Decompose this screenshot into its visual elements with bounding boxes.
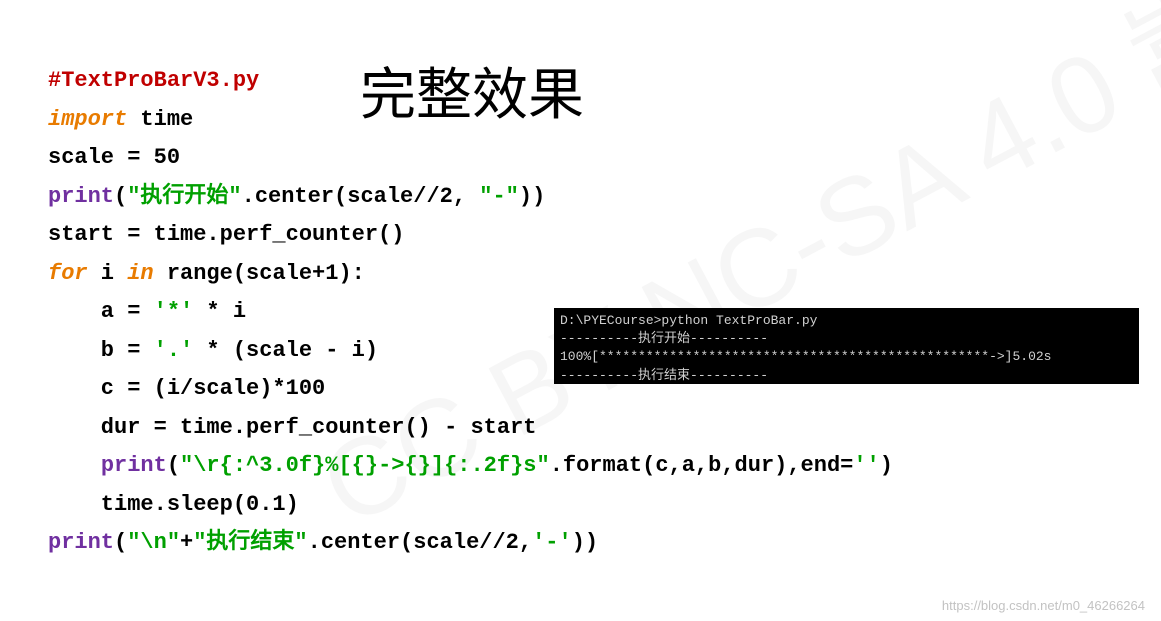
text: )) (519, 184, 545, 209)
text: time (127, 107, 193, 132)
code-line-13: print("\n"+"执行结束".center(scale//2,'-')) (48, 524, 893, 563)
string: "执行开始" (127, 184, 241, 209)
keyword-for: for (48, 261, 88, 286)
string: '' (853, 453, 879, 478)
string: '.' (154, 338, 194, 363)
string: "\n" (127, 530, 180, 555)
watermark: https://blog.csdn.net/m0_46266264 (942, 598, 1145, 613)
code-line-6: for i in range(scale+1): (48, 255, 893, 294)
text: )) (572, 530, 598, 555)
code-line-1: #TextProBarV3.py (48, 62, 893, 101)
text: time.sleep(0.1) (48, 492, 299, 517)
text: i (88, 261, 128, 286)
comment: #TextProBarV3.py (48, 68, 259, 93)
text: + (180, 530, 193, 555)
text: .format(c,a,b,dur),end= (550, 453, 854, 478)
text: range(scale+1): (154, 261, 365, 286)
terminal-line: ----------执行开始---------- (560, 331, 768, 346)
string: '*' (154, 299, 194, 324)
func-print: print (48, 530, 114, 555)
code-line-11: print("\r{:^3.0f}%[{}->{}]{:.2f}s".forma… (48, 447, 893, 486)
text: scale = 50 (48, 145, 180, 170)
text (48, 453, 101, 478)
terminal-output: D:\PYECourse>python TextProBar.py ------… (554, 308, 1139, 384)
text: c = (i/scale)*100 (48, 376, 325, 401)
func-print: print (101, 453, 167, 478)
terminal-line: 100%[***********************************… (560, 349, 1051, 364)
string: "\r{:^3.0f}%[{}->{}]{:.2f}s" (180, 453, 550, 478)
text: dur = time.perf_counter() - start (48, 415, 536, 440)
text: * i (193, 299, 246, 324)
string: "执行结束" (193, 530, 307, 555)
func-print: print (48, 184, 114, 209)
keyword-in: in (127, 261, 153, 286)
code-line-5: start = time.perf_counter() (48, 216, 893, 255)
code-line-4: print("执行开始".center(scale//2, "-")) (48, 178, 893, 217)
text: b = (48, 338, 154, 363)
text: ( (114, 530, 127, 555)
text: .center(scale//2, (308, 530, 532, 555)
text: start = time.perf_counter() (48, 222, 404, 247)
keyword-import: import (48, 107, 127, 132)
terminal-line: ----------执行结束---------- (560, 368, 768, 383)
code-line-12: time.sleep(0.1) (48, 486, 893, 525)
terminal-line: D:\PYECourse>python TextProBar.py (560, 313, 817, 328)
text: ) (880, 453, 893, 478)
code-line-10: dur = time.perf_counter() - start (48, 409, 893, 448)
string: "-" (479, 184, 519, 209)
string: '-' (532, 530, 572, 555)
code-line-3: scale = 50 (48, 139, 893, 178)
text: ( (167, 453, 180, 478)
code-line-2: import time (48, 101, 893, 140)
text: a = (48, 299, 154, 324)
text: * (scale - i) (193, 338, 378, 363)
text: ( (114, 184, 127, 209)
text: .center(scale//2, (242, 184, 480, 209)
